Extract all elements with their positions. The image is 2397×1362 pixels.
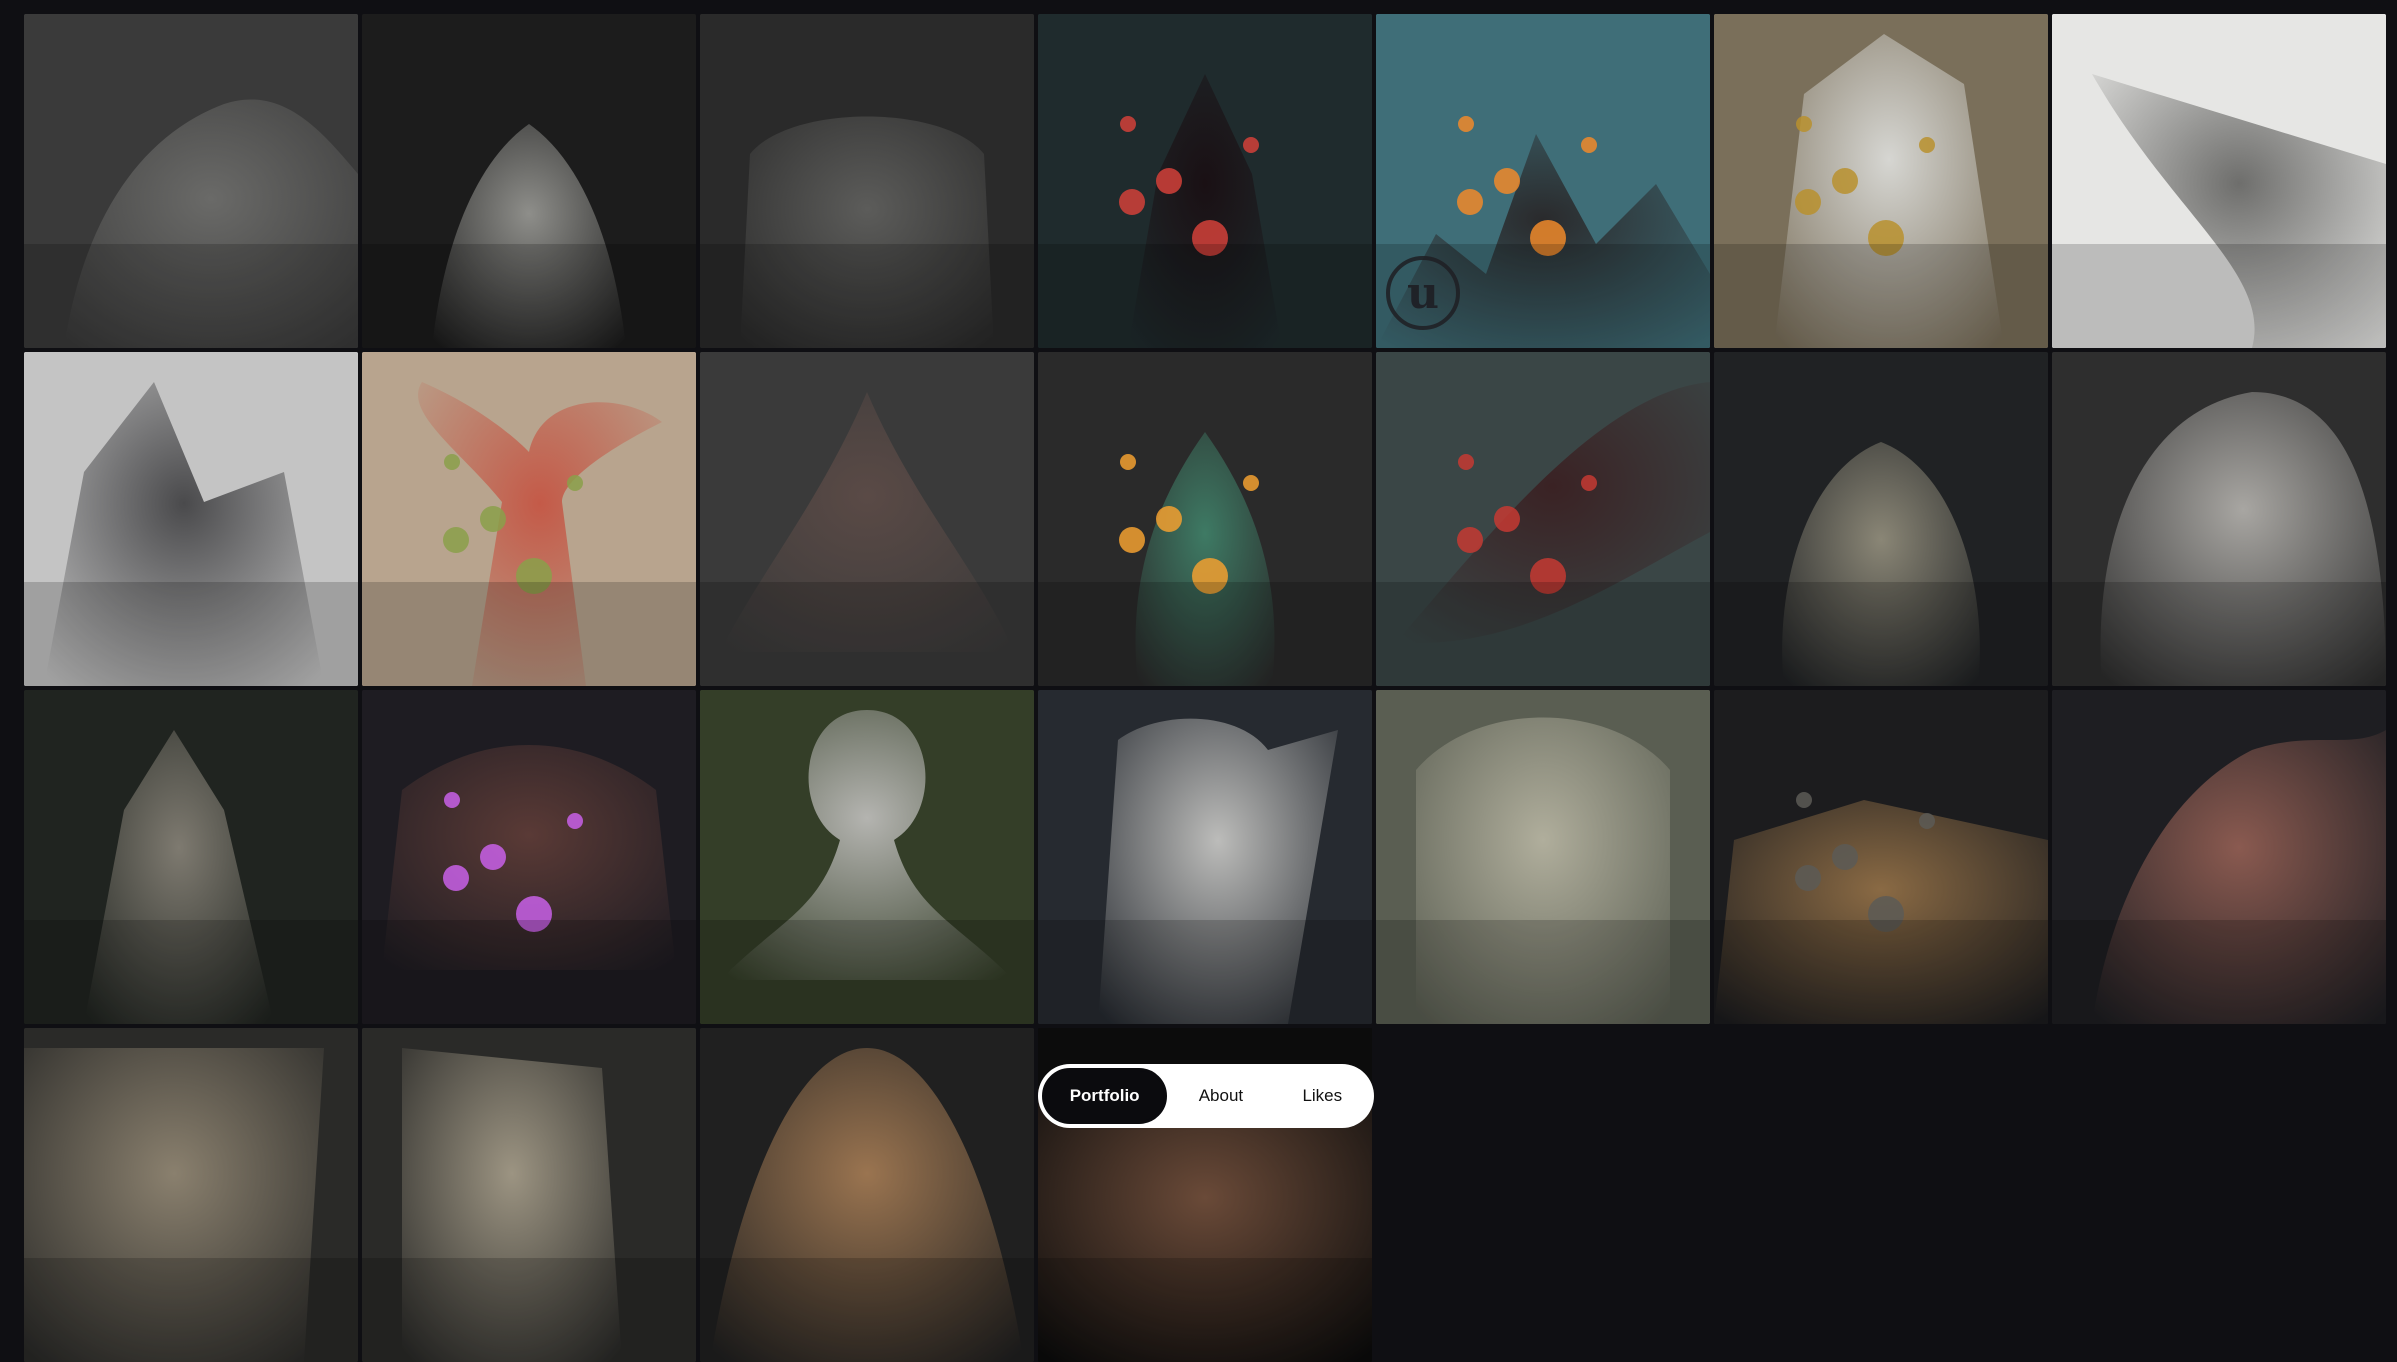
artwork-thumbnail: [362, 1028, 696, 1362]
tile-red-palm[interactable]: [362, 352, 696, 686]
artwork-thumbnail: [2052, 352, 2386, 686]
artwork-thumbnail: [700, 1028, 1034, 1362]
tile-stone-golem[interactable]: [700, 14, 1034, 348]
tile-gray-cliff[interactable]: [24, 352, 358, 686]
tile-purple-chest[interactable]: [362, 690, 696, 1024]
tile-stone-dome[interactable]: [700, 1028, 1034, 1362]
tile-red-crystal[interactable]: [1038, 14, 1372, 348]
tile-wavy-panel[interactable]: [362, 1028, 696, 1362]
artwork-thumbnail: [700, 352, 1034, 686]
artwork-thumbnail: [1376, 690, 1710, 1024]
artwork-thumbnail: [700, 690, 1034, 1024]
artwork-thumbnail: [1714, 352, 2048, 686]
tile-stone-slab[interactable]: [2052, 14, 2386, 348]
tile-barrels-well[interactable]: [1714, 690, 2048, 1024]
artwork-thumbnail: [700, 14, 1034, 348]
artwork-thumbnail: [24, 690, 358, 1024]
artwork-thumbnail: [362, 14, 696, 348]
profile-tab-bar: Portfolio About Likes: [1038, 1064, 1374, 1128]
artwork-thumbnail: [2052, 14, 2386, 348]
tile-cobblestone-wall[interactable]: [24, 1028, 358, 1362]
artwork-thumbnail: [2052, 690, 2386, 1024]
tile-carved-door[interactable]: [1376, 690, 1710, 1024]
artwork-thumbnail: [1038, 14, 1372, 348]
tile-red-rock[interactable]: [2052, 690, 2386, 1024]
unreal-engine-logo-icon: u: [1386, 256, 1460, 330]
tile-horned-tree-ent[interactable]: [362, 14, 696, 348]
tile-jade-lantern[interactable]: [1038, 352, 1372, 686]
artwork-thumbnail: [24, 1028, 358, 1362]
artwork-thumbnail: [1714, 690, 2048, 1024]
artwork-thumbnail: [362, 352, 696, 686]
tab-about[interactable]: About: [1167, 1068, 1274, 1124]
tile-volcano-stairs[interactable]: u: [1376, 14, 1710, 348]
tile-tree-stump[interactable]: [1038, 690, 1372, 1024]
artwork-thumbnail: [1038, 690, 1372, 1024]
tab-portfolio[interactable]: Portfolio: [1042, 1068, 1168, 1124]
artwork-thumbnail: [24, 352, 358, 686]
tile-tree-dwarf[interactable]: [1714, 352, 2048, 686]
tile-priest-figure[interactable]: [24, 690, 358, 1024]
artwork-thumbnail: [362, 690, 696, 1024]
portfolio-grid: u: [24, 14, 2389, 1362]
artwork-thumbnail: [24, 14, 358, 348]
tile-old-man-glasses[interactable]: [2052, 352, 2386, 686]
tile-red-fish[interactable]: [1376, 352, 1710, 686]
tile-mushroom-creature[interactable]: [700, 690, 1034, 1024]
artwork-thumbnail: [1376, 352, 1710, 686]
tile-chained-rock[interactable]: [1714, 14, 2048, 348]
tile-sculpt-fabric-face[interactable]: [24, 14, 358, 348]
artwork-thumbnail: [1038, 352, 1372, 686]
tab-likes[interactable]: Likes: [1275, 1068, 1370, 1124]
artwork-thumbnail: [1714, 14, 2048, 348]
tile-dark-crystals[interactable]: [700, 352, 1034, 686]
